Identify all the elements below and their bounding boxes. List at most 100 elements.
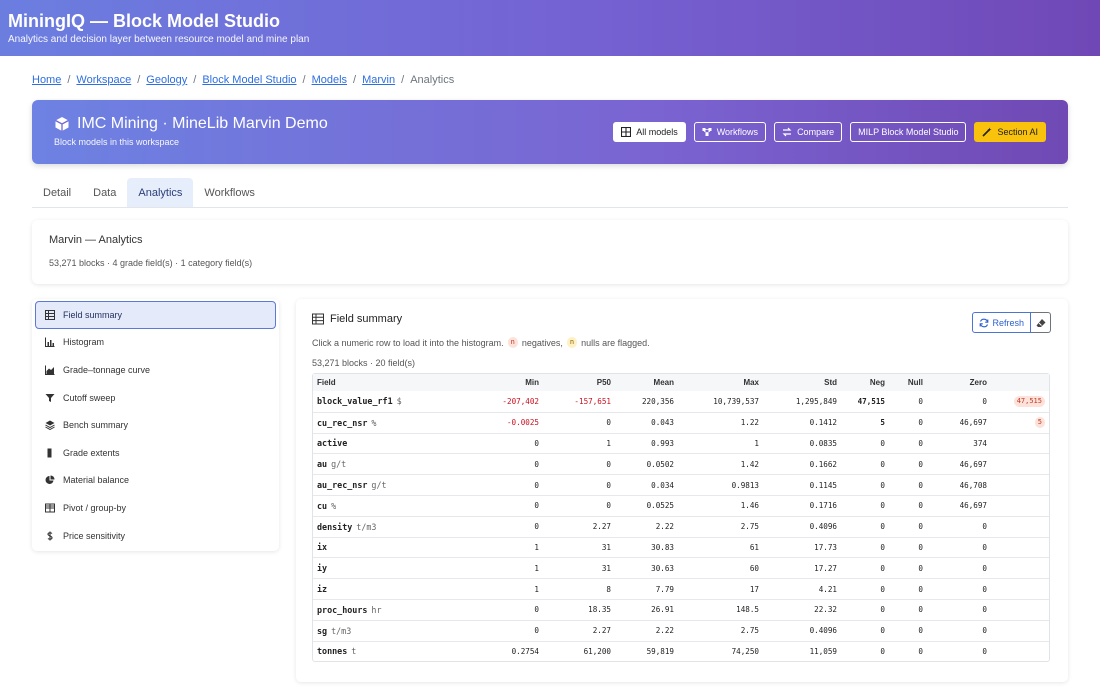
- tab-data[interactable]: Data: [82, 178, 127, 207]
- table-row[interactable]: block_value_rf1 $ -207,402 -157,651 220,356 1…: [313, 391, 1049, 412]
- panel-title: Field summary: [330, 313, 403, 325]
- breadcrumb-workspace[interactable]: Workspace: [76, 74, 131, 86]
- cell-flag: 5: [991, 417, 1049, 429]
- tab-detail[interactable]: Detail: [32, 178, 82, 207]
- grid-icon: [45, 503, 55, 513]
- breadcrumb-home[interactable]: Home: [32, 74, 61, 86]
- all-models-button[interactable]: All models: [613, 122, 686, 142]
- sidebar-item-pivot[interactable]: Pivot / group-by: [35, 494, 276, 522]
- field-name: iz: [317, 584, 328, 595]
- cell-neg: 47,515: [857, 396, 885, 406]
- cell-zero: 0: [982, 646, 987, 656]
- model-tabs: Detail Data Analytics Workflows: [32, 178, 1068, 208]
- table-header: Field Min P50 Mean Max Std Neg Null Zero: [313, 374, 1049, 391]
- table-row[interactable]: sg t/m3 0 2.27 2.22 2.75 0.4096 0 0 0: [313, 619, 1049, 641]
- milp-studio-button[interactable]: MILP Block Model Studio: [850, 122, 967, 142]
- cell-zero: 0: [982, 522, 987, 532]
- breadcrumb-block-model-studio[interactable]: Block Model Studio: [202, 74, 296, 86]
- cell-null: 0: [918, 501, 923, 511]
- table-row[interactable]: cu% 0 0 0.0525 1.46 0.1716 0 0 46,697: [313, 494, 1049, 516]
- filter-icon: [45, 393, 55, 402]
- cell-min: 1: [534, 563, 539, 573]
- sidebar-item-bench-summary[interactable]: Bench summary: [35, 411, 276, 439]
- cell-mean: 7.79: [655, 584, 674, 594]
- cell-neg: 0: [880, 522, 885, 532]
- cell-mean: 0.993: [651, 438, 674, 448]
- table-row[interactable]: iy 1 31 30.63 60 17.27 0 0 0: [313, 557, 1049, 578]
- cell-p50: 18.35: [588, 605, 611, 615]
- compare-button[interactable]: Compare: [774, 122, 843, 142]
- field-unit: t/m3: [356, 521, 377, 532]
- cell-neg: 0: [880, 626, 885, 636]
- grid-icon: [621, 127, 632, 137]
- pie-chart-icon: [45, 475, 55, 485]
- table-row[interactable]: au_rec_nsr g/t 0 0 0.034 0.9813 0.1145 0 0 46,708: [313, 474, 1049, 495]
- cell-zero: 46,708: [959, 480, 987, 490]
- field-summary-table: Field Min P50 Mean Max Std Neg Null Zero…: [312, 373, 1050, 663]
- sidebar-item-grade-tonnage[interactable]: Grade–tonnage curve: [35, 356, 276, 384]
- table-row[interactable]: tonnes t 0.2754 61,200 59,819 74,250 11,059 0 0 0: [313, 640, 1049, 662]
- field-unit: %: [331, 500, 337, 511]
- cell-neg: 0: [880, 542, 885, 552]
- sidebar-item-cutoff-sweep[interactable]: Cutoff sweep: [35, 384, 276, 412]
- analytics-info-card: Marvin — Analytics 53,271 blocks · 4 gra…: [32, 220, 1068, 284]
- cell-p50: -157,651: [574, 396, 611, 406]
- table-row[interactable]: iz 1 8 7.79 17 4.21 0 0 0: [313, 578, 1049, 599]
- cell-mean: 30.83: [651, 542, 674, 552]
- table-row[interactable]: active 0 1 0.993 1 0.0835 0 0 374: [313, 432, 1049, 454]
- sidebar-item-histogram[interactable]: Histogram: [35, 329, 276, 357]
- cell-min: 0: [534, 522, 539, 532]
- dollar-icon: [47, 531, 53, 541]
- sidebar-item-material-balance[interactable]: Material balance: [35, 467, 276, 495]
- refresh-button[interactable]: Refresh: [972, 312, 1031, 333]
- cell-std: 0.1662: [809, 459, 837, 469]
- clear-button[interactable]: [1031, 312, 1051, 333]
- cell-std: 0.4096: [809, 522, 837, 532]
- cell-p50: 1: [606, 438, 611, 448]
- model-hero: IMC Mining · MineLib Marvin Demo Block m…: [32, 100, 1068, 164]
- field-name: cu_rec_nsr: [317, 417, 368, 428]
- field-name: cu: [317, 500, 328, 511]
- field-name: sg: [317, 625, 328, 636]
- field-summary-panel: Field summary Refresh Click a numeric ro…: [296, 299, 1068, 682]
- cell-zero: 46,697: [959, 418, 987, 428]
- negative-count-badge: 5: [1034, 417, 1045, 429]
- diagram-icon: [702, 128, 712, 136]
- field-name: tonnes: [317, 646, 348, 657]
- cell-neg: 0: [880, 605, 885, 615]
- table-row[interactable]: cu_rec_nsr% -0.0025 0 0.043 1.22 0.1412 5 0 46,6…: [313, 411, 1049, 433]
- table-row[interactable]: ix 1 31 30.83 61 17.73 0 0 0: [313, 536, 1049, 558]
- sidebar-item-grade-extents[interactable]: Grade extents: [35, 439, 276, 467]
- table-row[interactable]: au g/t 0 0 0.0502 1.42 0.1662 0 0 46,697: [313, 453, 1049, 474]
- cell-min: -0.0025: [506, 418, 539, 428]
- tab-analytics[interactable]: Analytics: [127, 178, 194, 207]
- table-row[interactable]: proc_hours hr 0 18.35 26.91 148.5 22.32 0 0 0: [313, 598, 1049, 620]
- breadcrumb-models[interactable]: Models: [312, 74, 347, 86]
- breadcrumb-geology[interactable]: Geology: [146, 74, 187, 86]
- cell-max: 17: [749, 584, 759, 594]
- cube-icon: [55, 117, 69, 131]
- cell-null: 0: [918, 605, 923, 615]
- breadcrumb-marvin[interactable]: Marvin: [362, 74, 395, 86]
- workflows-button[interactable]: Workflows: [693, 122, 767, 142]
- cell-std: 0.4096: [809, 626, 837, 636]
- cell-p50: 2.27: [592, 522, 611, 532]
- sidebar-item-field-summary[interactable]: Field summary: [35, 301, 276, 329]
- tab-workflows[interactable]: Workflows: [193, 178, 266, 207]
- table-row[interactable]: density t/m3 0 2.27 2.22 2.75 0.4096 0 0 0: [313, 515, 1049, 537]
- cell-neg: 5: [880, 418, 885, 428]
- cell-std: 0.1412: [809, 418, 837, 428]
- sidebar-item-price-sensitivity[interactable]: Price sensitivity: [35, 522, 276, 550]
- cell-max: 1.46: [740, 501, 759, 511]
- cell-field: au g/t: [313, 459, 481, 469]
- cell-mean: 0.0525: [646, 501, 674, 511]
- analytics-summary: 53,271 blocks · 4 grade field(s) · 1 cat…: [49, 258, 253, 268]
- cell-null: 0: [918, 646, 923, 656]
- cell-zero: 46,697: [959, 501, 987, 511]
- layers-icon: [45, 420, 55, 431]
- section-ai-button[interactable]: Section AI: [974, 122, 1046, 142]
- cell-null: 0: [918, 626, 923, 636]
- cell-null: 0: [918, 396, 923, 406]
- cell-neg: 0: [880, 480, 885, 490]
- cell-p50: 2.27: [592, 626, 611, 636]
